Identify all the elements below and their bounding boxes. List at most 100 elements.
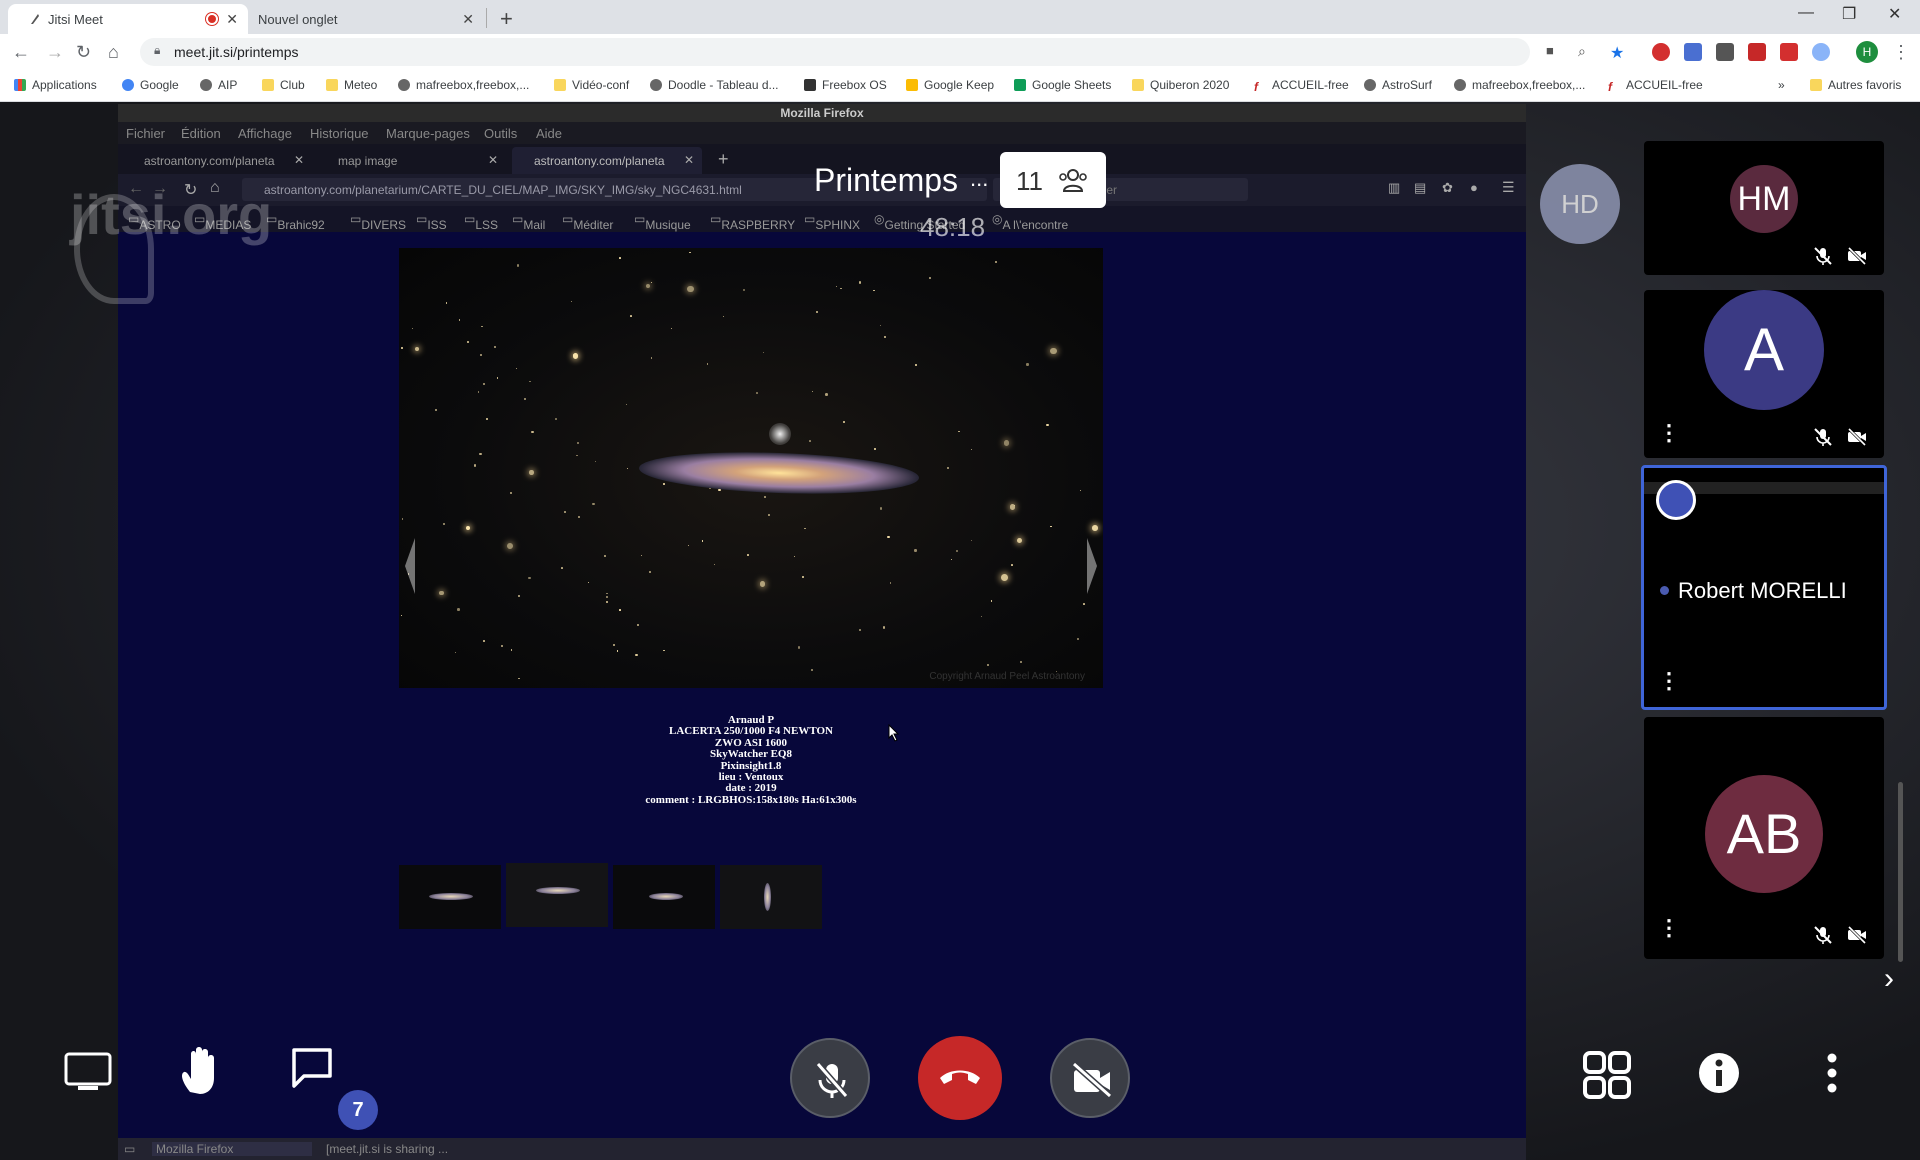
bookmark-item[interactable]: Club	[262, 78, 305, 92]
tile-view-icon[interactable]	[1582, 1050, 1632, 1100]
star	[640, 554, 643, 557]
lock-icon: 🔒︎	[154, 43, 161, 57]
bookmark-item[interactable]: Google Keep	[906, 78, 994, 92]
hangup-button[interactable]	[918, 1036, 1002, 1120]
star	[529, 380, 531, 382]
bookmark-item[interactable]: Quiberon 2020	[1132, 78, 1229, 92]
bookmark-star-icon[interactable]: ★	[1610, 43, 1628, 62]
shared-bookmark: ▭ RASPBERRY	[710, 212, 796, 232]
globe-icon	[1364, 79, 1376, 91]
star	[473, 464, 477, 467]
screenshare-icon[interactable]	[64, 1052, 112, 1092]
filmstrip-next-icon[interactable]: ›	[1884, 962, 1894, 996]
star	[1003, 440, 1010, 446]
star	[630, 314, 633, 317]
participant-tile[interactable]: AB ⋮	[1644, 717, 1884, 959]
bookmarks-overflow[interactable]: »	[1778, 78, 1785, 92]
other-favorites[interactable]: Autres favoris	[1810, 78, 1901, 92]
bookmark-item[interactable]: Doodle - Tableau d...	[650, 78, 779, 92]
more-options-icon[interactable]	[1822, 1052, 1842, 1094]
star	[859, 629, 861, 631]
extension-icon: ✿	[1442, 180, 1453, 195]
local-avatar[interactable]: HD	[1540, 164, 1620, 244]
participant-avatar: A	[1704, 290, 1824, 410]
close-window-icon[interactable]: ✕	[1888, 4, 1901, 24]
star	[987, 663, 990, 666]
bookmark-item[interactable]: Google Sheets	[1014, 78, 1111, 92]
extension-mail-icon[interactable]	[1780, 43, 1798, 61]
shared-menu-item: Édition	[181, 126, 221, 141]
star	[1017, 538, 1022, 544]
star	[706, 363, 709, 365]
cloud-icon[interactable]	[1812, 43, 1830, 61]
galaxy-ngc4631	[638, 448, 920, 498]
mic-muted-icon	[815, 1062, 849, 1098]
home-icon[interactable]: ⌂	[108, 42, 119, 63]
chrome-menu-icon[interactable]: ⋮	[1892, 42, 1910, 63]
forward-icon[interactable]: →	[46, 42, 64, 63]
star	[714, 564, 716, 566]
library-icon: ▥	[1388, 180, 1401, 195]
bookmarks-bar: Applications Google AIP Club Meteo mafre…	[0, 70, 1920, 102]
bookmark-item[interactable]: AstroSurf	[1364, 78, 1432, 92]
tile-menu-icon[interactable]: ⋮	[1658, 420, 1680, 446]
extension-red-icon[interactable]	[1748, 43, 1766, 61]
participant-tile-active[interactable]: Robert MORELLI ⋮	[1641, 465, 1887, 710]
star	[840, 287, 842, 290]
bookmark-item[interactable]: mafreebox,freebox,...	[398, 78, 529, 92]
extension-blue-icon[interactable]	[1684, 43, 1702, 61]
mute-mic-button[interactable]	[790, 1038, 870, 1118]
browser-tab-jitsi[interactable]: Jitsi Meet ✕	[8, 4, 248, 34]
profile-avatar[interactable]: H	[1856, 41, 1878, 63]
new-tab-icon[interactable]: +	[500, 6, 513, 32]
tile-menu-icon[interactable]: ⋮	[1658, 915, 1680, 941]
address-bar[interactable]: 🔒︎ meet.jit.si/printemps	[140, 38, 1530, 66]
camera-off-icon	[1847, 925, 1867, 945]
bookmark-item[interactable]: f ACCUEIL-free	[1254, 78, 1349, 94]
participant-tile[interactable]: HM	[1644, 141, 1884, 275]
bookmark-item[interactable]: Google	[122, 78, 179, 92]
bookmark-item[interactable]: AIP	[200, 78, 237, 92]
bookmark-item[interactable]: Vidéo-conf	[554, 78, 629, 92]
adblock-icon[interactable]	[1652, 43, 1670, 61]
close-tab-icon[interactable]: ✕	[462, 11, 474, 28]
bookmark-item[interactable]: Meteo	[326, 78, 377, 92]
image-copyright: Copyright Arnaud Peel Astroantony	[929, 671, 1085, 682]
bookmark-item[interactable]: Applications	[14, 78, 97, 92]
zoom-icon[interactable]: ⌕	[1578, 43, 1596, 61]
star	[588, 582, 590, 584]
participants-button[interactable]: 11	[1000, 152, 1106, 208]
info-icon[interactable]	[1698, 1052, 1740, 1094]
bookmark-item[interactable]: Freebox OS	[804, 78, 887, 92]
filmstrip-scrollbar[interactable]	[1898, 782, 1903, 962]
toggle-camera-button[interactable]	[1050, 1038, 1130, 1118]
star	[481, 326, 483, 328]
prev-image-arrow-icon	[405, 538, 415, 594]
thumbnail	[613, 865, 715, 929]
star	[594, 460, 596, 462]
star	[689, 251, 691, 254]
star	[825, 393, 828, 396]
restore-icon[interactable]: ❐	[1842, 4, 1856, 24]
raise-hand-icon[interactable]	[176, 1046, 224, 1098]
close-icon: ✕	[487, 153, 498, 167]
bookmark-item[interactable]: f ACCUEIL-free	[1608, 78, 1703, 94]
chat-icon[interactable]	[290, 1046, 334, 1088]
globe-icon	[398, 79, 410, 91]
star	[479, 354, 482, 357]
extension-dark-icon[interactable]	[1716, 43, 1734, 61]
participant-tile[interactable]: A ⋮	[1644, 290, 1884, 458]
browser-tab-new[interactable]: Nouvel onglet ✕	[248, 4, 484, 34]
tile-menu-icon[interactable]: ⋮	[1658, 668, 1680, 694]
bookmark-item[interactable]: mafreebox,freebox,...	[1454, 78, 1585, 92]
shared-screen: Mozilla Firefox Fichier Édition Affichag…	[118, 104, 1526, 1160]
back-icon[interactable]: ←	[12, 42, 30, 63]
minimize-icon[interactable]: —	[1798, 4, 1814, 22]
reload-icon[interactable]: ↻	[76, 42, 91, 63]
conference-timer: 48:18	[920, 212, 986, 242]
star	[570, 301, 572, 303]
camera-icon[interactable]: ■	[1546, 43, 1564, 61]
close-tab-icon[interactable]: ✕	[226, 11, 238, 28]
star	[718, 489, 721, 492]
conference-title-ellipsis: ...	[970, 166, 989, 191]
